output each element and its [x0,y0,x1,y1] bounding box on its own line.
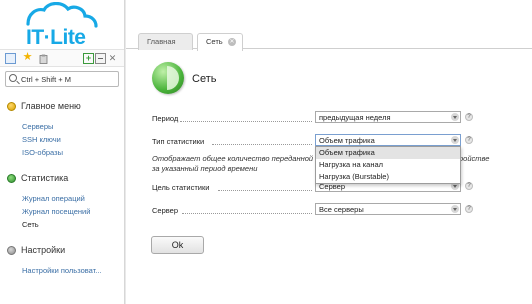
sidebar-item-user-settings[interactable]: Настройки пользоват... [22,266,102,275]
chevron-down-icon [451,136,459,144]
search-box[interactable] [5,71,119,87]
sidebar-section-label: Настройки [21,245,66,255]
sidebar-toggle-icon[interactable] [5,53,16,64]
search-icon [9,74,17,82]
close-icon[interactable]: ✕ [228,38,236,46]
sidebar-item-network[interactable]: Сеть [22,220,39,229]
chevron-down-icon [451,205,459,213]
sidebar: IT·Lite ★ + ✕ Главное меню Серверы SSH к… [0,0,124,304]
period-value: предыдущая неделя [319,113,391,122]
sidebar-section-statistics[interactable]: Статистика [7,173,68,183]
server-label: Сервер [152,206,179,215]
stat-type-label: Тип статистики [152,137,205,146]
dropdown-option-traffic-volume[interactable]: Объем трафика [316,147,460,159]
help-icon[interactable]: ? [465,136,473,144]
logo-text: IT·Lite [26,26,86,49]
stat-type-value: Объем трафика [319,136,375,145]
tab-label: Главная [147,37,176,46]
sidebar-section-label: Статистика [21,173,69,183]
server-select[interactable]: Все серверы [315,203,461,215]
description-line-1-tail: ройстве [459,154,490,163]
dropdown-option-burstable-load[interactable]: Нагрузка (Burstable) [316,171,460,183]
help-icon[interactable]: ? [465,182,473,190]
minimize-icon[interactable] [95,53,106,64]
leader-dots [212,144,312,145]
sidebar-section-main-menu[interactable]: Главное меню [7,101,81,111]
statistics-icon [7,173,16,183]
help-icon[interactable]: ? [465,205,473,213]
sidebar-toolbar: ★ + ✕ [0,49,124,67]
tab-main[interactable]: Главная [138,33,193,50]
sidebar-item-servers[interactable]: Серверы [22,122,53,131]
server-value: Все серверы [319,205,364,214]
star-icon[interactable]: ★ [22,52,33,63]
sidebar-item-iso-images[interactable]: ISO-образы [22,148,63,157]
description-line-1: Отображает общее количество переданной и [152,154,320,163]
leader-dots [218,190,312,191]
tab-label: Сеть [206,37,223,46]
home-icon [7,101,16,111]
sidebar-section-label: Главное меню [21,101,81,111]
chevron-down-icon [451,113,459,121]
stat-type-select[interactable]: Объем трафика [315,134,461,146]
leader-dots [182,213,312,214]
sidebar-item-ssh-keys[interactable]: SSH ключи [22,135,61,144]
add-icon[interactable]: + [83,53,94,64]
search-input[interactable] [21,73,117,85]
sidebar-item-operations-log[interactable]: Журнал операций [22,194,85,203]
tab-network[interactable]: Сеть ✕ [197,33,243,51]
pin-icon[interactable]: ✕ [107,53,118,64]
tab-bar: Главная Сеть ✕ [126,29,532,51]
ok-button[interactable]: Ok [151,236,204,254]
logo: IT·Lite [6,1,118,49]
clipboard-icon[interactable] [38,53,49,64]
stat-type-dropdown: Объем трафика Нагрузка на канал Нагрузка… [315,146,461,184]
description-line-2: за указанный период времени [152,164,258,173]
sidebar-section-settings[interactable]: Настройки [7,245,65,255]
period-select[interactable]: предыдущая неделя [315,111,461,123]
help-icon[interactable]: ? [465,113,473,121]
leader-dots [180,121,312,122]
settings-icon [7,245,16,255]
dropdown-option-channel-load[interactable]: Нагрузка на канал [316,159,460,171]
period-label: Период [152,114,179,123]
network-stats-icon [152,62,184,94]
sidebar-item-visits-log[interactable]: Журнал посещений [22,207,90,216]
page-title: Сеть [192,73,217,85]
target-label: Цель статистики [152,183,210,192]
